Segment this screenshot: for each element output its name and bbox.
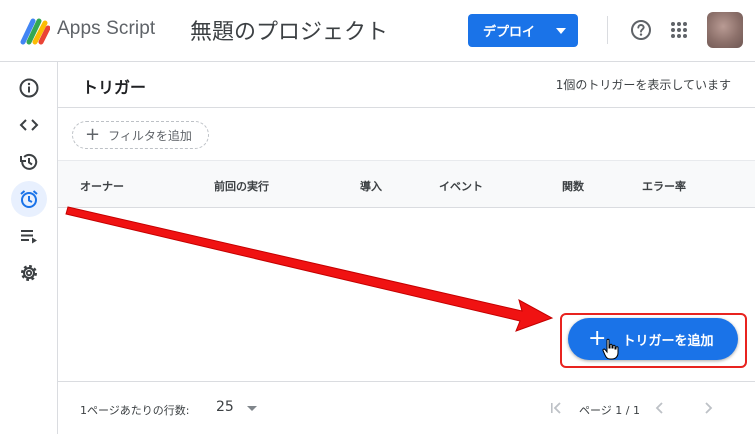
top-header: Apps Script 無題のプロジェクト デプロイ	[0, 0, 755, 62]
project-title[interactable]: 無題のプロジェクト	[190, 14, 388, 46]
main-panel: トリガー 1個のトリガーを表示しています + フィルタを追加 オーナー 前回の実…	[58, 62, 755, 434]
rail-item-history[interactable]	[11, 144, 47, 180]
hand-cursor-icon	[602, 338, 619, 360]
header-divider	[607, 16, 608, 44]
left-rail	[0, 62, 58, 434]
rail-item-overview[interactable]	[11, 70, 47, 106]
column-header-event[interactable]: イベント	[439, 178, 483, 194]
app-name[interactable]: Apps Script	[57, 18, 155, 40]
rows-per-page-label: 1ページあたりの行数:	[80, 404, 190, 417]
first-page-icon[interactable]	[548, 400, 564, 416]
avatar[interactable]	[707, 12, 743, 48]
help-icon[interactable]	[630, 19, 652, 41]
next-page-icon[interactable]	[700, 400, 716, 416]
add-filter-button[interactable]: + フィルタを追加	[72, 121, 209, 149]
page-title: トリガー	[82, 78, 147, 97]
chevron-down-icon	[556, 28, 566, 34]
add-filter-label: フィルタを追加	[108, 128, 192, 143]
add-trigger-label: トリガーを追加	[622, 333, 714, 349]
column-header-error-rate[interactable]: エラー率	[642, 178, 686, 194]
trigger-count-text: 1個のトリガーを表示しています	[555, 78, 731, 92]
rail-item-triggers[interactable]	[11, 181, 47, 217]
rail-item-editor[interactable]	[11, 107, 47, 143]
deploy-button-label: デプロイ	[483, 25, 536, 40]
history-icon	[20, 153, 38, 170]
rail-item-executions[interactable]	[11, 218, 47, 254]
alarm-icon	[20, 190, 38, 208]
footer-divider	[58, 381, 755, 382]
deploy-button[interactable]: デプロイ	[468, 14, 578, 47]
column-header-last-run[interactable]: 前回の実行	[214, 178, 269, 194]
gear-icon	[21, 265, 37, 281]
title-divider	[58, 107, 755, 108]
playlist-play-icon	[21, 230, 37, 244]
info-icon	[19, 78, 39, 98]
plus-icon: +	[85, 124, 101, 145]
table-header: オーナー 前回の実行 導入 イベント 関数 エラー率	[58, 160, 755, 208]
apps-script-logo-icon[interactable]	[20, 17, 50, 45]
add-trigger-button[interactable]: + トリガーを追加	[568, 318, 738, 360]
column-header-owner[interactable]: オーナー	[80, 178, 124, 194]
column-header-deployment[interactable]: 導入	[360, 178, 382, 194]
page-indicator: ページ 1 / 1	[579, 404, 640, 417]
column-header-function[interactable]: 関数	[562, 178, 584, 194]
apps-grid-icon[interactable]	[670, 21, 688, 39]
chevron-down-icon[interactable]	[247, 406, 257, 411]
previous-page-icon[interactable]	[652, 400, 668, 416]
rail-item-settings[interactable]	[11, 255, 47, 291]
rows-per-page-select[interactable]: 25	[216, 399, 234, 415]
code-icon	[19, 119, 39, 131]
